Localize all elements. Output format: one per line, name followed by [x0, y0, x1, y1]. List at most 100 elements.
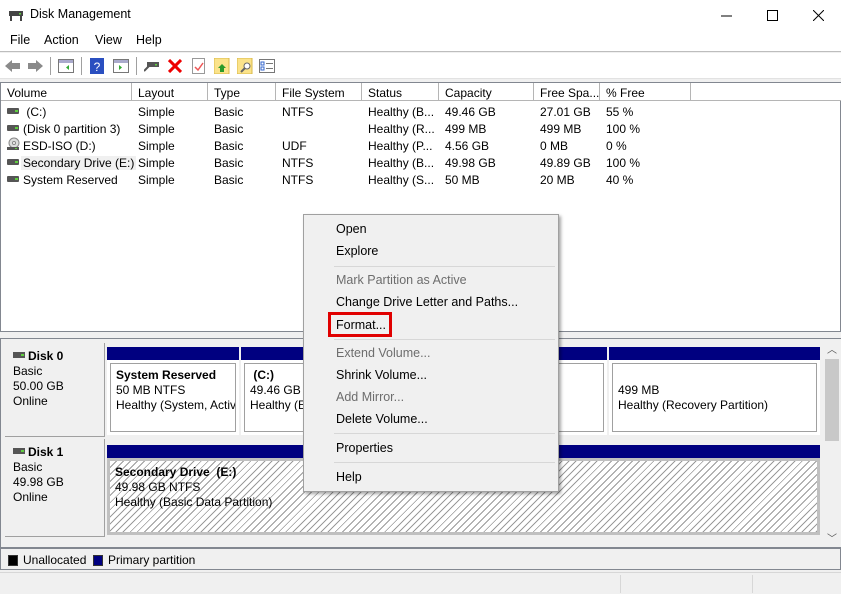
drive-icon [7, 108, 19, 114]
show-hide-action-pane-button[interactable] [112, 57, 130, 75]
table-row[interactable]: (Disk 0 partition 3) Simple Basic Healthy (… [1, 120, 841, 137]
column-header-status[interactable]: Status [362, 83, 439, 101]
back-icon [5, 60, 20, 72]
partition-title: System Reserved [116, 368, 217, 382]
scrollbar-thumb[interactable] [825, 359, 839, 441]
column-header-type[interactable]: Type [208, 83, 276, 101]
explore-button[interactable] [236, 57, 254, 75]
disk-name: Disk 0 [28, 349, 64, 363]
properties-button[interactable] [190, 57, 208, 75]
delete-button[interactable] [166, 57, 184, 75]
drive-icon [7, 125, 19, 131]
menu-item-explore[interactable]: Explore [336, 244, 378, 258]
legend-label-unallocated: Unallocated [23, 553, 87, 567]
vertical-scrollbar[interactable]: ︿ ﹀ [823, 339, 841, 547]
cell-file-system: UDF [282, 139, 307, 153]
legend-swatch-primary [93, 555, 103, 566]
disk-1-label[interactable]: Disk 1 Basic 49.98 GB Online [5, 439, 105, 537]
cell-capacity: 4.56 GB [445, 139, 490, 153]
disk-0-label[interactable]: Disk 0 Basic 50.00 GB Online [5, 343, 105, 437]
table-row[interactable]: System Reserved Simple Basic NTFS Healthy (S… [1, 171, 841, 188]
table-row[interactable]: (C:) Simple Basic NTFS Healthy (B... 49.46 GB… [1, 103, 841, 120]
open-folder-icon [214, 58, 230, 74]
properties-icon [192, 58, 205, 74]
cd-drive-icon [7, 137, 20, 150]
cell-percent-free: 100 % [606, 122, 641, 136]
scroll-down-icon[interactable]: ﹀ [827, 530, 837, 545]
table-row[interactable]: ESD-ISO (D:) Simple Basic UDF Healthy (P... 4… [1, 137, 841, 154]
minimize-button[interactable] [703, 0, 749, 30]
minimize-icon [720, 15, 732, 16]
connect-drive-button[interactable] [143, 57, 161, 75]
back-button[interactable] [4, 57, 22, 75]
cell-capacity: 49.98 GB [445, 156, 496, 170]
show-hide-console-tree-button[interactable] [57, 57, 75, 75]
cell-type: Basic [214, 139, 244, 153]
console-tree-icon [58, 59, 74, 73]
cell-layout: Simple [138, 139, 175, 153]
menu-item-open[interactable]: Open [336, 222, 367, 236]
column-header-layout[interactable]: Layout [132, 83, 208, 101]
cell-type: Basic [214, 122, 244, 136]
column-header-capacity[interactable]: Capacity [439, 83, 534, 101]
cell-status: Healthy (R... [368, 122, 435, 136]
cell-status: Healthy (B... [368, 156, 435, 170]
column-header-volume[interactable]: Volume [1, 83, 132, 101]
forward-icon [28, 60, 43, 72]
maximize-icon [766, 9, 778, 21]
disk-state: Online [13, 394, 48, 408]
window-title: Disk Management [30, 7, 131, 21]
partition-status: Healthy (Basic Data Partition) [115, 495, 273, 509]
menu-item-format[interactable]: Format... [336, 318, 386, 332]
primary-partition-bar [609, 347, 820, 360]
delete-icon [168, 59, 182, 73]
settings-list-button[interactable] [258, 57, 276, 75]
forward-button[interactable] [26, 57, 44, 75]
column-header-file-system[interactable]: File System [276, 83, 362, 101]
help-icon: ? [90, 58, 104, 74]
cell-volume: System Reserved [23, 173, 118, 187]
cell-volume: (C:) [23, 105, 47, 119]
cell-capacity: 50 MB [445, 173, 480, 187]
partition-system-reserved[interactable]: System Reserved 50 MB NTFS Healthy (Syst… [107, 347, 239, 435]
partition-recovery[interactable]: 499 MB Healthy (Recovery Partition) [609, 347, 820, 435]
status-divider [752, 575, 753, 593]
menu-action[interactable]: Action [44, 33, 79, 47]
close-button[interactable] [795, 0, 841, 30]
connect-drive-icon [144, 62, 159, 72]
disk-size: 49.98 GB [13, 475, 64, 489]
disk-icon [13, 352, 25, 358]
partition-size: 499 MB [618, 383, 660, 397]
cell-volume: (Disk 0 partition 3) [23, 122, 121, 136]
cell-capacity: 499 MB [445, 122, 487, 136]
menu-item-delete-volume[interactable]: Delete Volume... [336, 412, 428, 426]
column-header-empty [691, 83, 841, 101]
title-bar: Disk Management [0, 0, 841, 30]
menu-view[interactable]: View [95, 33, 122, 47]
scroll-up-icon[interactable]: ︿ [827, 341, 837, 356]
legend-label-primary: Primary partition [108, 553, 196, 567]
disk-state: Online [13, 490, 48, 504]
partition-size: 50 MB NTFS [116, 383, 186, 397]
menu-help[interactable]: Help [136, 33, 162, 47]
cell-free-space: 49.89 GB [540, 156, 591, 170]
action-pane-icon [113, 59, 129, 73]
close-icon [812, 9, 824, 21]
maximize-button[interactable] [749, 0, 795, 30]
drive-icon [7, 176, 19, 182]
menu-item-properties[interactable]: Properties [336, 441, 393, 455]
help-button[interactable]: ? [88, 57, 106, 75]
column-header-free-space[interactable]: Free Spa... [534, 83, 600, 101]
menu-item-help[interactable]: Help [336, 470, 362, 484]
menu-separator [334, 339, 555, 340]
disk-type: Basic [13, 460, 43, 474]
cell-layout: Simple [138, 105, 175, 119]
menu-file[interactable]: File [10, 33, 30, 47]
table-row[interactable]: Secondary Drive (E:) Simple Basic NTFS Healt… [1, 154, 841, 171]
open-button[interactable] [213, 57, 231, 75]
menu-item-change-drive-letter[interactable]: Change Drive Letter and Paths... [336, 295, 518, 309]
toolbar: ? [0, 53, 841, 79]
partition-status: Healthy (Recovery Partition) [618, 398, 769, 412]
column-header-percent-free[interactable]: % Free [600, 83, 691, 101]
menu-item-shrink-volume[interactable]: Shrink Volume... [336, 368, 427, 382]
